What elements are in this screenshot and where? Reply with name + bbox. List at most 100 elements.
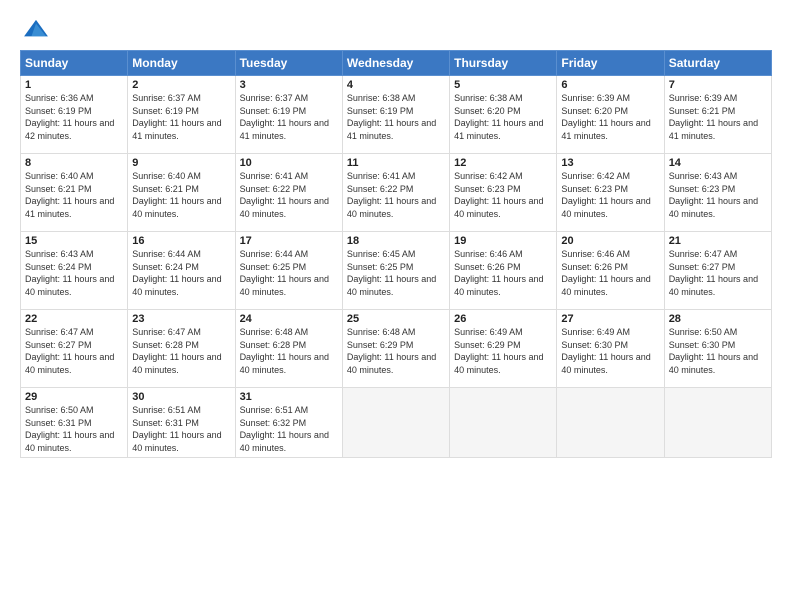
day-info: Sunrise: 6:51 AM Sunset: 6:32 PM Dayligh… (240, 405, 329, 453)
logo-icon (22, 18, 50, 40)
day-number: 13 (561, 157, 659, 169)
calendar-day: 10 Sunrise: 6:41 AM Sunset: 6:22 PM Dayl… (235, 154, 342, 232)
logo (20, 18, 50, 40)
day-info: Sunrise: 6:51 AM Sunset: 6:31 PM Dayligh… (132, 405, 221, 453)
day-number: 21 (669, 235, 767, 247)
day-number: 3 (240, 79, 338, 91)
day-number: 14 (669, 157, 767, 169)
calendar-day: 17 Sunrise: 6:44 AM Sunset: 6:25 PM Dayl… (235, 232, 342, 310)
day-number: 17 (240, 235, 338, 247)
day-number: 26 (454, 313, 552, 325)
calendar-day: 21 Sunrise: 6:47 AM Sunset: 6:27 PM Dayl… (664, 232, 771, 310)
day-number: 9 (132, 157, 230, 169)
day-info: Sunrise: 6:44 AM Sunset: 6:25 PM Dayligh… (240, 249, 329, 297)
calendar-day: 18 Sunrise: 6:45 AM Sunset: 6:25 PM Dayl… (342, 232, 449, 310)
day-info: Sunrise: 6:50 AM Sunset: 6:30 PM Dayligh… (669, 327, 758, 375)
calendar-day: 22 Sunrise: 6:47 AM Sunset: 6:27 PM Dayl… (21, 310, 128, 388)
day-number: 15 (25, 235, 123, 247)
day-number: 28 (669, 313, 767, 325)
calendar-week-row: 8 Sunrise: 6:40 AM Sunset: 6:21 PM Dayli… (21, 154, 772, 232)
calendar-day: 6 Sunrise: 6:39 AM Sunset: 6:20 PM Dayli… (557, 76, 664, 154)
calendar-day (342, 388, 449, 458)
calendar-day: 30 Sunrise: 6:51 AM Sunset: 6:31 PM Dayl… (128, 388, 235, 458)
calendar-week-row: 22 Sunrise: 6:47 AM Sunset: 6:27 PM Dayl… (21, 310, 772, 388)
calendar-day: 9 Sunrise: 6:40 AM Sunset: 6:21 PM Dayli… (128, 154, 235, 232)
calendar-day: 26 Sunrise: 6:49 AM Sunset: 6:29 PM Dayl… (450, 310, 557, 388)
calendar-day: 3 Sunrise: 6:37 AM Sunset: 6:19 PM Dayli… (235, 76, 342, 154)
day-number: 29 (25, 391, 123, 403)
day-info: Sunrise: 6:40 AM Sunset: 6:21 PM Dayligh… (25, 171, 114, 219)
calendar-day: 23 Sunrise: 6:47 AM Sunset: 6:28 PM Dayl… (128, 310, 235, 388)
day-info: Sunrise: 6:49 AM Sunset: 6:30 PM Dayligh… (561, 327, 650, 375)
day-number: 7 (669, 79, 767, 91)
day-info: Sunrise: 6:48 AM Sunset: 6:29 PM Dayligh… (347, 327, 436, 375)
calendar-day: 20 Sunrise: 6:46 AM Sunset: 6:26 PM Dayl… (557, 232, 664, 310)
day-info: Sunrise: 6:40 AM Sunset: 6:21 PM Dayligh… (132, 171, 221, 219)
calendar-day: 4 Sunrise: 6:38 AM Sunset: 6:19 PM Dayli… (342, 76, 449, 154)
day-number: 27 (561, 313, 659, 325)
calendar-table: SundayMondayTuesdayWednesdayThursdayFrid… (20, 50, 772, 458)
calendar-day (450, 388, 557, 458)
day-info: Sunrise: 6:36 AM Sunset: 6:19 PM Dayligh… (25, 93, 114, 141)
day-info: Sunrise: 6:45 AM Sunset: 6:25 PM Dayligh… (347, 249, 436, 297)
day-number: 8 (25, 157, 123, 169)
calendar-week-row: 15 Sunrise: 6:43 AM Sunset: 6:24 PM Dayl… (21, 232, 772, 310)
calendar-day: 19 Sunrise: 6:46 AM Sunset: 6:26 PM Dayl… (450, 232, 557, 310)
day-number: 6 (561, 79, 659, 91)
page: SundayMondayTuesdayWednesdayThursdayFrid… (0, 0, 792, 612)
calendar-day: 7 Sunrise: 6:39 AM Sunset: 6:21 PM Dayli… (664, 76, 771, 154)
day-number: 16 (132, 235, 230, 247)
day-number: 4 (347, 79, 445, 91)
calendar-day: 15 Sunrise: 6:43 AM Sunset: 6:24 PM Dayl… (21, 232, 128, 310)
day-number: 25 (347, 313, 445, 325)
day-info: Sunrise: 6:41 AM Sunset: 6:22 PM Dayligh… (240, 171, 329, 219)
calendar-day: 12 Sunrise: 6:42 AM Sunset: 6:23 PM Dayl… (450, 154, 557, 232)
calendar-day: 8 Sunrise: 6:40 AM Sunset: 6:21 PM Dayli… (21, 154, 128, 232)
weekday-header: Saturday (664, 51, 771, 76)
day-number: 5 (454, 79, 552, 91)
weekday-header-row: SundayMondayTuesdayWednesdayThursdayFrid… (21, 51, 772, 76)
day-number: 22 (25, 313, 123, 325)
weekday-header: Monday (128, 51, 235, 76)
day-info: Sunrise: 6:39 AM Sunset: 6:21 PM Dayligh… (669, 93, 758, 141)
calendar-day: 25 Sunrise: 6:48 AM Sunset: 6:29 PM Dayl… (342, 310, 449, 388)
day-info: Sunrise: 6:44 AM Sunset: 6:24 PM Dayligh… (132, 249, 221, 297)
weekday-header: Friday (557, 51, 664, 76)
day-info: Sunrise: 6:42 AM Sunset: 6:23 PM Dayligh… (561, 171, 650, 219)
calendar-day: 29 Sunrise: 6:50 AM Sunset: 6:31 PM Dayl… (21, 388, 128, 458)
calendar-day (557, 388, 664, 458)
day-info: Sunrise: 6:43 AM Sunset: 6:23 PM Dayligh… (669, 171, 758, 219)
day-number: 31 (240, 391, 338, 403)
day-number: 30 (132, 391, 230, 403)
weekday-header: Tuesday (235, 51, 342, 76)
day-info: Sunrise: 6:46 AM Sunset: 6:26 PM Dayligh… (561, 249, 650, 297)
calendar-day: 14 Sunrise: 6:43 AM Sunset: 6:23 PM Dayl… (664, 154, 771, 232)
header (20, 18, 772, 40)
day-info: Sunrise: 6:38 AM Sunset: 6:19 PM Dayligh… (347, 93, 436, 141)
calendar-day: 2 Sunrise: 6:37 AM Sunset: 6:19 PM Dayli… (128, 76, 235, 154)
day-info: Sunrise: 6:38 AM Sunset: 6:20 PM Dayligh… (454, 93, 543, 141)
day-number: 24 (240, 313, 338, 325)
day-info: Sunrise: 6:37 AM Sunset: 6:19 PM Dayligh… (132, 93, 221, 141)
day-info: Sunrise: 6:50 AM Sunset: 6:31 PM Dayligh… (25, 405, 114, 453)
calendar-day (664, 388, 771, 458)
day-number: 20 (561, 235, 659, 247)
calendar-day: 27 Sunrise: 6:49 AM Sunset: 6:30 PM Dayl… (557, 310, 664, 388)
day-number: 18 (347, 235, 445, 247)
calendar-week-row: 1 Sunrise: 6:36 AM Sunset: 6:19 PM Dayli… (21, 76, 772, 154)
calendar-week-row: 29 Sunrise: 6:50 AM Sunset: 6:31 PM Dayl… (21, 388, 772, 458)
weekday-header: Sunday (21, 51, 128, 76)
day-info: Sunrise: 6:49 AM Sunset: 6:29 PM Dayligh… (454, 327, 543, 375)
calendar-day: 28 Sunrise: 6:50 AM Sunset: 6:30 PM Dayl… (664, 310, 771, 388)
day-number: 12 (454, 157, 552, 169)
day-number: 1 (25, 79, 123, 91)
calendar-day: 5 Sunrise: 6:38 AM Sunset: 6:20 PM Dayli… (450, 76, 557, 154)
weekday-header: Wednesday (342, 51, 449, 76)
calendar-day: 31 Sunrise: 6:51 AM Sunset: 6:32 PM Dayl… (235, 388, 342, 458)
day-info: Sunrise: 6:41 AM Sunset: 6:22 PM Dayligh… (347, 171, 436, 219)
calendar-day: 16 Sunrise: 6:44 AM Sunset: 6:24 PM Dayl… (128, 232, 235, 310)
day-number: 23 (132, 313, 230, 325)
day-info: Sunrise: 6:47 AM Sunset: 6:28 PM Dayligh… (132, 327, 221, 375)
day-info: Sunrise: 6:37 AM Sunset: 6:19 PM Dayligh… (240, 93, 329, 141)
day-info: Sunrise: 6:39 AM Sunset: 6:20 PM Dayligh… (561, 93, 650, 141)
